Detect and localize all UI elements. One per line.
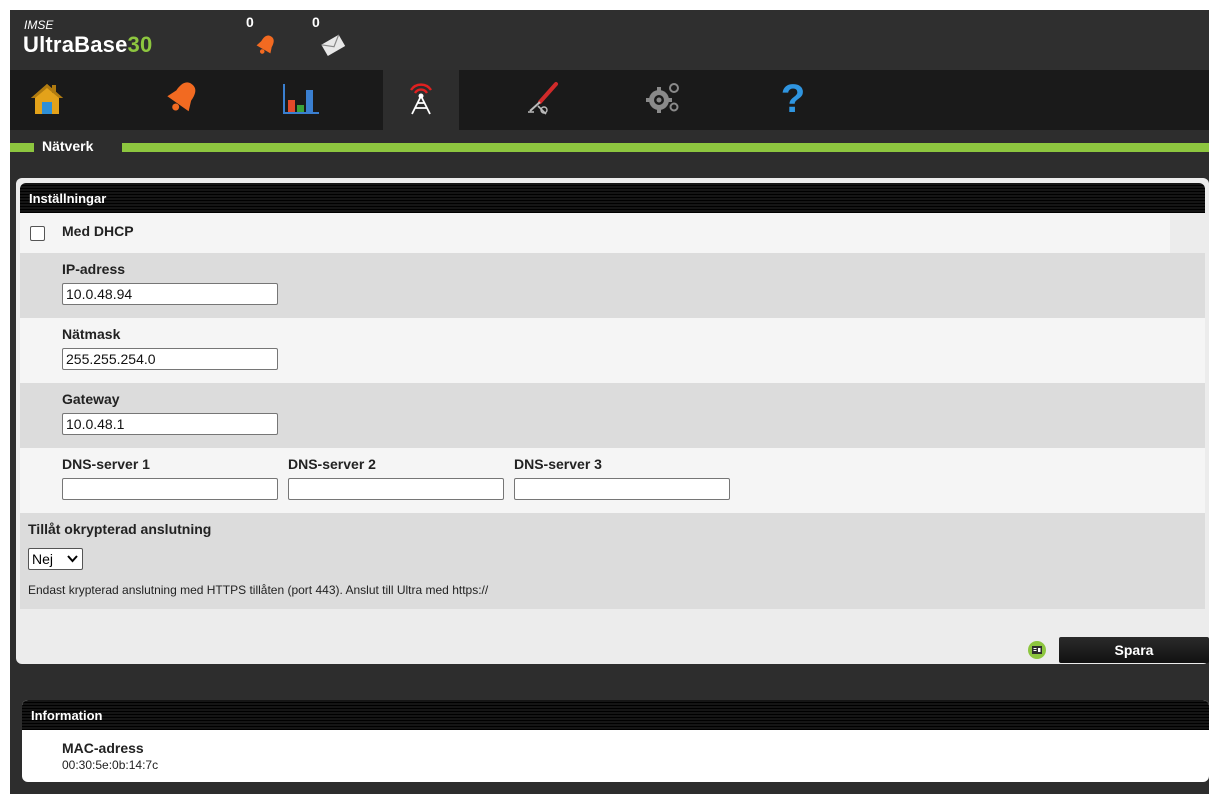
netmask-label: Nätmask bbox=[62, 326, 121, 342]
netmask-row: Nätmask bbox=[20, 318, 1205, 383]
brand-small: IMSE bbox=[24, 18, 54, 32]
dns3-input[interactable] bbox=[514, 478, 730, 500]
gateway-row: Gateway bbox=[20, 383, 1205, 448]
unencrypted-row: Tillåt okrypterad anslutning Nej Endast … bbox=[20, 513, 1205, 609]
dhcp-checkbox[interactable] bbox=[30, 226, 45, 241]
brand-name: UltraBase bbox=[23, 32, 128, 57]
alarm-bell-icon[interactable] bbox=[253, 32, 279, 63]
message-envelope-icon[interactable] bbox=[320, 32, 346, 63]
dns1-label: DNS-server 1 bbox=[62, 456, 150, 472]
alarm-count: 0 bbox=[246, 14, 254, 30]
unencrypted-select-value: Nej bbox=[32, 551, 54, 567]
information-box: Information MAC-adress 00:30:5e:0b:14:7c bbox=[22, 700, 1209, 782]
tab-alarms[interactable] bbox=[145, 70, 218, 130]
gears-icon bbox=[641, 78, 685, 123]
info-icon[interactable] bbox=[1027, 640, 1047, 665]
dhcp-label: Med DHCP bbox=[62, 223, 134, 239]
settings-panel: Inställningar Med DHCP IP-adress Nätmask… bbox=[16, 178, 1209, 664]
netmask-input[interactable] bbox=[62, 348, 278, 370]
dns2-input[interactable] bbox=[288, 478, 504, 500]
tab-service[interactable] bbox=[505, 70, 578, 130]
dns1-input[interactable] bbox=[62, 478, 278, 500]
ip-label: IP-adress bbox=[62, 261, 126, 277]
top-header: IMSE UltraBase30 0 0 bbox=[10, 10, 1209, 70]
dhcp-row: Med DHCP bbox=[20, 213, 1170, 253]
unencrypted-select[interactable]: Nej bbox=[28, 548, 83, 570]
save-button[interactable]: Spara bbox=[1059, 637, 1209, 663]
tab-help[interactable]: ? bbox=[756, 70, 829, 130]
help-icon: ? bbox=[773, 77, 813, 123]
gateway-input[interactable] bbox=[62, 413, 278, 435]
bell-icon bbox=[160, 78, 204, 123]
message-count: 0 bbox=[312, 14, 320, 30]
tab-home[interactable] bbox=[10, 70, 83, 130]
ip-row: IP-adress bbox=[20, 253, 1205, 318]
gateway-label: Gateway bbox=[62, 391, 120, 407]
section-bar-right bbox=[122, 143, 1209, 152]
mac-label: MAC-adress bbox=[62, 740, 144, 756]
dns3-label: DNS-server 3 bbox=[514, 456, 602, 472]
section-bar-left bbox=[10, 143, 34, 152]
brand-logo: UltraBase30 bbox=[23, 32, 152, 58]
unencrypted-label: Tillåt okrypterad anslutning bbox=[28, 521, 212, 537]
settings-box-title: Inställningar bbox=[20, 183, 1205, 213]
chart-icon bbox=[279, 78, 323, 123]
ip-address-input[interactable] bbox=[62, 283, 278, 305]
section-title: Nätverk bbox=[42, 138, 94, 154]
home-icon bbox=[27, 79, 67, 122]
main-nav: ? bbox=[10, 70, 1209, 130]
unencrypted-note: Endast krypterad anslutning med HTTPS ti… bbox=[28, 583, 489, 597]
app-window: IMSE UltraBase30 0 0 ? Nätverk Inställni… bbox=[10, 10, 1209, 794]
brand-number: 30 bbox=[127, 32, 153, 57]
tab-settings[interactable] bbox=[626, 70, 699, 130]
information-box-title: Information bbox=[22, 700, 1209, 730]
tools-icon bbox=[520, 78, 564, 123]
tab-statistics[interactable] bbox=[264, 70, 337, 130]
svg-text:?: ? bbox=[780, 78, 804, 118]
section-header: Nätverk bbox=[10, 138, 1209, 158]
dns2-label: DNS-server 2 bbox=[288, 456, 376, 472]
settings-box: Inställningar Med DHCP IP-adress Nätmask… bbox=[20, 183, 1205, 609]
dns-row: DNS-server 1 DNS-server 2 DNS-server 3 bbox=[20, 448, 1205, 513]
network-tower-icon bbox=[399, 76, 443, 125]
tab-network[interactable] bbox=[383, 70, 459, 130]
mac-value: 00:30:5e:0b:14:7c bbox=[62, 758, 159, 772]
chevron-down-icon bbox=[67, 549, 78, 574]
